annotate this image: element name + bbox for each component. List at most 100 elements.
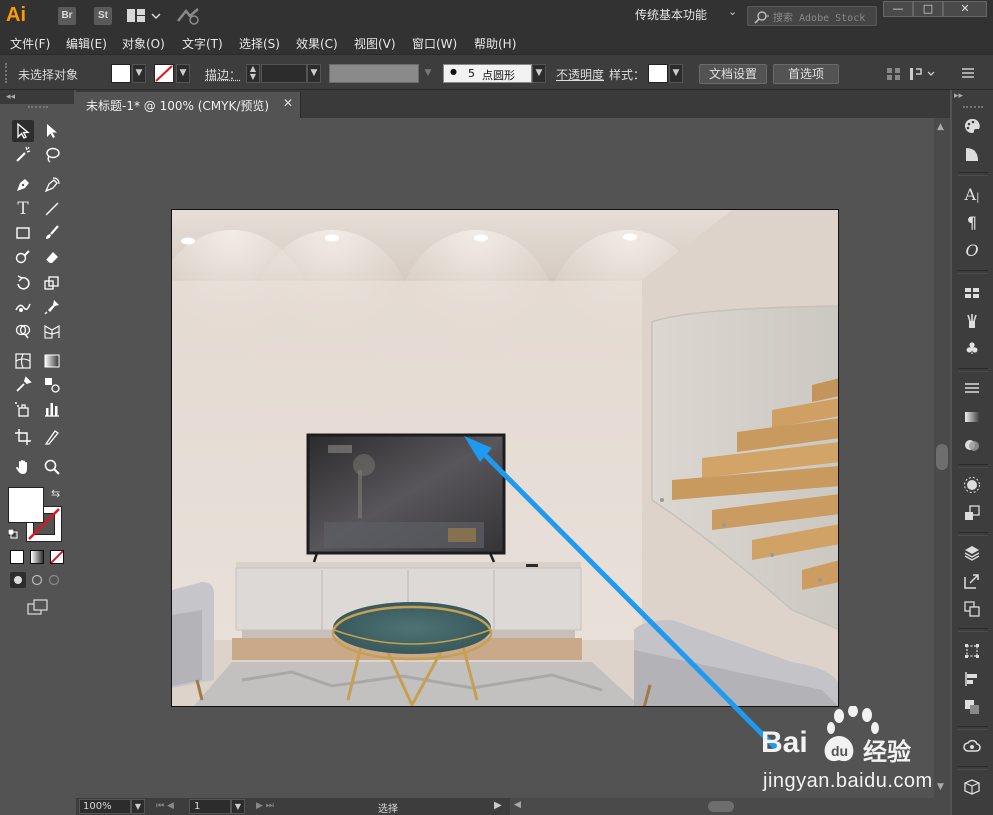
draw-normal-icon[interactable] xyxy=(10,572,70,591)
pathfinder-panel-icon[interactable] xyxy=(961,696,983,718)
status-menu-icon[interactable]: ▶ xyxy=(494,800,502,811)
brushes-panel-icon[interactable] xyxy=(961,310,983,332)
stroke-panel-icon[interactable] xyxy=(961,378,983,400)
vertical-scrollbar[interactable]: ▲ ▼ xyxy=(934,118,950,798)
color-mode-button[interactable] xyxy=(10,550,24,564)
eyedropper-tool-icon[interactable] xyxy=(12,374,34,396)
column-graph-tool-icon[interactable] xyxy=(41,398,63,420)
arrange-documents-button[interactable] xyxy=(127,8,165,24)
paintbrush-tool-icon[interactable] xyxy=(41,222,63,244)
lasso-tool-icon[interactable] xyxy=(41,144,63,166)
fill-color-box[interactable] xyxy=(8,487,44,523)
rotate-tool-icon[interactable] xyxy=(12,272,34,294)
bridge-button[interactable]: Br xyxy=(58,7,76,25)
puppet-warp-tool-icon[interactable] xyxy=(41,296,63,318)
close-window-button[interactable]: ✕ xyxy=(943,1,987,17)
transform-panel-icon[interactable] xyxy=(961,640,983,662)
panel-menu-icon[interactable] xyxy=(960,66,976,83)
artboard-dropdown[interactable]: ▼ xyxy=(231,799,245,814)
perspective-grid-tool-icon[interactable] xyxy=(41,320,63,342)
panel-grip[interactable] xyxy=(5,63,9,83)
next-artboard-icon[interactable]: ▶ ⏭ xyxy=(256,801,274,811)
minimize-button[interactable]: — xyxy=(883,1,913,17)
menu-effect[interactable]: 效果(C) xyxy=(296,35,338,52)
warp-tool-icon[interactable] xyxy=(12,296,34,318)
eraser-tool-icon[interactable] xyxy=(41,246,63,268)
restore-button[interactable]: □ xyxy=(913,1,943,17)
gradient-mode-button[interactable] xyxy=(30,550,44,564)
line-segment-tool-icon[interactable] xyxy=(41,198,63,220)
menu-file[interactable]: 文件(F) xyxy=(10,35,50,52)
brush-definition[interactable]: ● 5 点圆形 xyxy=(443,64,532,83)
stroke-weight-dropdown[interactable]: ▼ xyxy=(307,64,321,83)
fill-swatch[interactable] xyxy=(111,64,131,83)
stroke-label[interactable]: 描边： xyxy=(205,66,241,83)
horizontal-scrollbar[interactable]: ◀ xyxy=(510,798,950,815)
menu-view[interactable]: 视图(V) xyxy=(354,35,396,52)
menu-window[interactable]: 窗口(W) xyxy=(412,35,457,52)
stock-button[interactable]: St xyxy=(94,7,112,25)
opentype-panel-icon[interactable]: O xyxy=(961,240,983,262)
menu-select[interactable]: 选择(S) xyxy=(239,35,280,52)
workspace-switcher[interactable]: 传统基本功能 xyxy=(635,6,707,23)
first-artboard-icon[interactable]: ⏮ ◀ xyxy=(156,801,174,811)
dock-collapse-icon[interactable]: ▸▸ xyxy=(954,91,963,101)
close-tab-icon[interactable]: ✕ xyxy=(283,96,293,110)
symbol-sprayer-tool-icon[interactable] xyxy=(12,398,34,420)
zoom-tool-icon[interactable] xyxy=(41,456,63,478)
pen-tool-icon[interactable] xyxy=(12,174,34,196)
vertical-scroll-thumb[interactable] xyxy=(936,444,948,470)
character-panel-icon[interactable]: A| xyxy=(961,184,983,206)
stroke-weight-stepper[interactable]: ▲ ▼ xyxy=(246,64,260,83)
swap-fill-stroke-icon[interactable]: ⇆ xyxy=(51,487,60,500)
gradient-tool-icon[interactable] xyxy=(41,350,63,372)
brush-dropdown[interactable]: ▼ xyxy=(532,64,546,83)
transparency-panel-icon[interactable] xyxy=(961,434,983,456)
stroke-dropdown[interactable]: ▼ xyxy=(176,64,190,83)
stock-search-input[interactable]: 搜索 Adobe Stock xyxy=(747,6,877,26)
screen-mode-icon[interactable] xyxy=(27,599,49,618)
menu-edit[interactable]: 编辑(E) xyxy=(66,35,107,52)
selection-tool-icon[interactable] xyxy=(12,120,34,142)
scale-tool-icon[interactable] xyxy=(41,272,63,294)
mesh-tool-icon[interactable] xyxy=(12,350,34,372)
canvas-area[interactable] xyxy=(76,118,934,798)
shaper-tool-icon[interactable] xyxy=(12,246,34,268)
swatches-panel-icon[interactable] xyxy=(961,282,983,304)
artboard-tool-icon[interactable] xyxy=(12,426,34,448)
blend-tool-icon[interactable] xyxy=(41,374,63,396)
menu-help[interactable]: 帮助(H) xyxy=(474,35,516,52)
slice-tool-icon[interactable] xyxy=(41,426,63,448)
zoom-dropdown[interactable]: ▼ xyxy=(131,799,145,814)
transform-icon[interactable] xyxy=(909,66,937,85)
opacity-label[interactable]: 不透明度 xyxy=(556,66,604,83)
artboard-number-field[interactable]: 1 xyxy=(189,799,231,814)
direct-selection-tool-icon[interactable] xyxy=(41,120,63,142)
default-fill-stroke-icon[interactable] xyxy=(7,528,18,539)
layers-panel-icon[interactable] xyxy=(961,542,983,564)
scroll-up-icon[interactable]: ▲ xyxy=(937,122,944,132)
graphic-style-swatch[interactable] xyxy=(648,64,668,83)
gpu-performance-icon[interactable] xyxy=(176,7,200,25)
color-guide-icon[interactable] xyxy=(961,143,983,165)
asset-export-panel-icon[interactable] xyxy=(961,570,983,592)
gradient-panel-icon[interactable] xyxy=(961,406,983,428)
scroll-left-icon[interactable]: ◀ xyxy=(514,800,521,810)
variable-width-profile[interactable] xyxy=(329,64,419,83)
menu-type[interactable]: 文字(T) xyxy=(182,35,223,52)
graphic-styles-panel-icon[interactable] xyxy=(961,502,983,524)
rectangle-tool-icon[interactable] xyxy=(12,222,34,244)
align-grid-icon[interactable] xyxy=(886,67,902,84)
shape-builder-tool-icon[interactable] xyxy=(12,320,34,342)
fill-dropdown[interactable]: ▼ xyxy=(132,64,146,83)
cc-libraries-icon[interactable] xyxy=(961,736,983,758)
appearance-panel-icon[interactable] xyxy=(961,474,983,496)
magic-wand-tool-icon[interactable] xyxy=(12,144,34,166)
symbols-panel-icon[interactable]: ♣ xyxy=(961,338,983,360)
paragraph-panel-icon[interactable]: ¶ xyxy=(961,212,983,234)
horizontal-scroll-thumb[interactable] xyxy=(708,801,734,812)
none-mode-button[interactable] xyxy=(50,550,64,564)
stroke-weight-input[interactable] xyxy=(261,64,307,83)
dock-grip[interactable] xyxy=(963,106,983,110)
document-tab[interactable]: 未标题-1* @ 100% (CMYK/预览) ✕ xyxy=(76,92,301,118)
